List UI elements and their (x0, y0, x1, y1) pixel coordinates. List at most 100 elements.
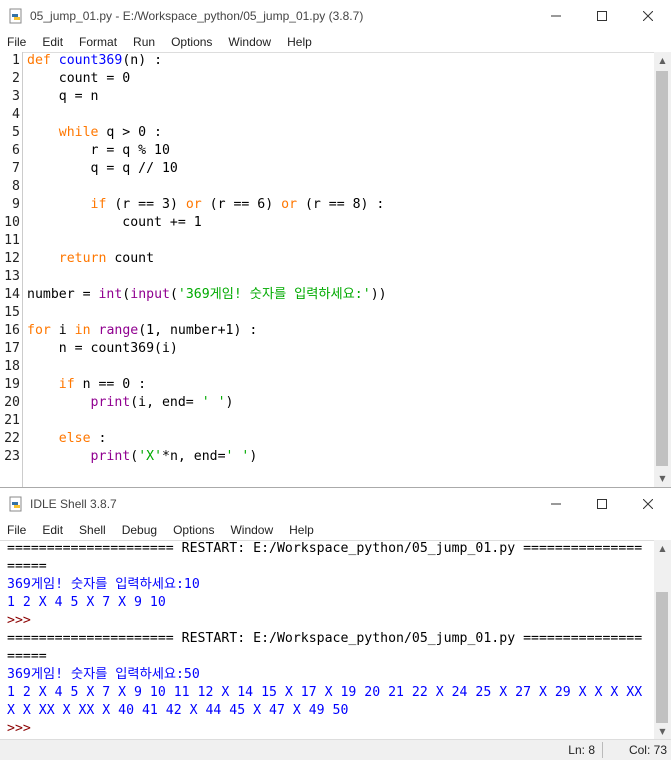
code-line[interactable] (27, 106, 387, 124)
code-editor[interactable]: 1 2 3 4 5 6 7 8 9 10 11 12 13 14 15 16 17 18 19 20 21 22 23 de… (0, 52, 654, 487)
editor-menubar: File Edit Format Run Options Window Help (0, 32, 671, 53)
code-line[interactable]: n = count369(i) (27, 340, 387, 358)
line-number: 8 (12, 179, 20, 194)
code-line[interactable]: count += 1 (27, 214, 387, 232)
shell-prompt: >>> (7, 721, 31, 736)
menu-window[interactable]: Window (222, 523, 281, 537)
shell-line: X X XX X XX X 40 41 42 X 44 45 X 47 X 49… (7, 703, 349, 718)
line-number: 1 (12, 53, 20, 68)
scroll-down-icon[interactable]: ▼ (654, 723, 671, 740)
editor-titlebar[interactable]: 05_jump_01.py - E:/Workspace_python/05_j… (0, 0, 671, 32)
line-number: 20 (4, 395, 20, 410)
status-bar: Ln: 8 Col: 73 (0, 739, 671, 760)
code-text[interactable]: def count369(n) : count = 0 q = n while … (23, 52, 387, 487)
line-number: 16 (4, 323, 20, 338)
code-line[interactable]: print('X'*n, end=' ') (27, 448, 387, 466)
code-line[interactable]: if (r == 3) or (r == 6) or (r == 8) : (27, 196, 387, 214)
code-line[interactable]: for i in range(1, number+1) : (27, 322, 387, 340)
minimize-icon (551, 15, 561, 17)
line-number: 17 (4, 341, 20, 356)
shell-scroll-thumb[interactable] (656, 592, 668, 723)
minimize-icon (551, 503, 561, 505)
menu-shell[interactable]: Shell (71, 523, 114, 537)
shell-close-button[interactable] (625, 488, 671, 520)
code-line[interactable]: def count369(n) : (27, 52, 387, 70)
maximize-icon (597, 11, 607, 21)
code-line[interactable] (27, 232, 387, 250)
editor-scroll-thumb[interactable] (656, 71, 668, 466)
shell-line: 1 2 X 4 5 X 7 X 9 10 (7, 595, 166, 610)
scroll-up-icon[interactable]: ▲ (654, 540, 671, 557)
line-number: 21 (4, 413, 20, 428)
scroll-down-icon[interactable]: ▼ (654, 470, 671, 487)
line-number: 10 (4, 215, 20, 230)
line-number: 6 (12, 143, 20, 158)
shell-minimize-button[interactable] (533, 488, 579, 520)
close-icon (643, 499, 653, 509)
code-line[interactable]: r = q % 10 (27, 142, 387, 160)
menu-edit[interactable]: Edit (34, 35, 71, 49)
shell-titlebar[interactable]: IDLE Shell 3.8.7 (0, 488, 671, 520)
python-file-icon (8, 8, 24, 24)
menu-help[interactable]: Help (281, 523, 322, 537)
menu-edit[interactable]: Edit (34, 523, 71, 537)
shell-line: ===== (7, 649, 47, 664)
code-line[interactable]: else : (27, 430, 387, 448)
shell-line: ===================== RESTART: E:/Worksp… (7, 541, 643, 556)
code-line[interactable]: print(i, end= ' ') (27, 394, 387, 412)
shell-title: IDLE Shell 3.8.7 (30, 497, 117, 511)
code-line[interactable]: q = n (27, 88, 387, 106)
shell-scrollbar[interactable]: ▲ ▼ (654, 540, 671, 740)
shell-line: 369게임! 숫자를 입력하세요:50 (7, 667, 200, 682)
code-line[interactable]: number = int(input('369게임! 숫자를 입력하세요:')) (27, 286, 387, 304)
menu-format[interactable]: Format (71, 35, 125, 49)
menu-options[interactable]: Options (165, 523, 222, 537)
code-line[interactable] (27, 412, 387, 430)
python-shell-icon (8, 496, 24, 512)
maximize-button[interactable] (579, 0, 625, 32)
code-line[interactable]: count = 0 (27, 70, 387, 88)
code-line[interactable] (27, 304, 387, 322)
code-line[interactable]: while q > 0 : (27, 124, 387, 142)
line-number: 3 (12, 89, 20, 104)
code-line[interactable]: return count (27, 250, 387, 268)
menu-file[interactable]: File (0, 523, 34, 537)
line-number: 14 (4, 287, 20, 302)
code-line[interactable]: q = q // 10 (27, 160, 387, 178)
menu-options[interactable]: Options (163, 35, 220, 49)
menu-file[interactable]: File (0, 35, 34, 49)
shell-menubar: File Edit Shell Debug Options Window Hel… (0, 520, 671, 541)
editor-scrollbar[interactable]: ▲ ▼ (654, 52, 671, 487)
line-number: 11 (4, 233, 20, 248)
menu-help[interactable]: Help (279, 35, 320, 49)
shell-line: 369게임! 숫자를 입력하세요:10 (7, 577, 200, 592)
shell-line: ===================== RESTART: E:/Worksp… (7, 631, 643, 646)
menu-window[interactable]: Window (220, 35, 279, 49)
line-number: 2 (12, 71, 20, 86)
code-line[interactable] (27, 358, 387, 376)
line-number: 22 (4, 431, 20, 446)
line-number: 18 (4, 359, 20, 374)
close-button[interactable] (625, 0, 671, 32)
shell-prompt: >>> (7, 613, 31, 628)
minimize-button[interactable] (533, 0, 579, 32)
line-number: 9 (12, 197, 20, 212)
line-number: 13 (4, 269, 20, 284)
editor-window: 05_jump_01.py - E:/Workspace_python/05_j… (0, 0, 671, 487)
shell-line: ===== (7, 559, 47, 574)
code-line[interactable] (27, 268, 387, 286)
editor-title: 05_jump_01.py - E:/Workspace_python/05_j… (30, 9, 364, 23)
line-number: 5 (12, 125, 20, 140)
close-icon (643, 11, 653, 21)
menu-run[interactable]: Run (125, 35, 163, 49)
shell-output[interactable]: ===================== RESTART: E:/Worksp… (0, 540, 654, 740)
shell-maximize-button[interactable] (579, 488, 625, 520)
status-line: Ln: 8 (568, 743, 595, 757)
code-line[interactable] (27, 178, 387, 196)
code-line[interactable]: if n == 0 : (27, 376, 387, 394)
line-number: 15 (4, 305, 20, 320)
scroll-up-icon[interactable]: ▲ (654, 52, 671, 69)
menu-debug[interactable]: Debug (114, 523, 165, 537)
maximize-icon (597, 499, 607, 509)
status-divider (602, 742, 603, 758)
